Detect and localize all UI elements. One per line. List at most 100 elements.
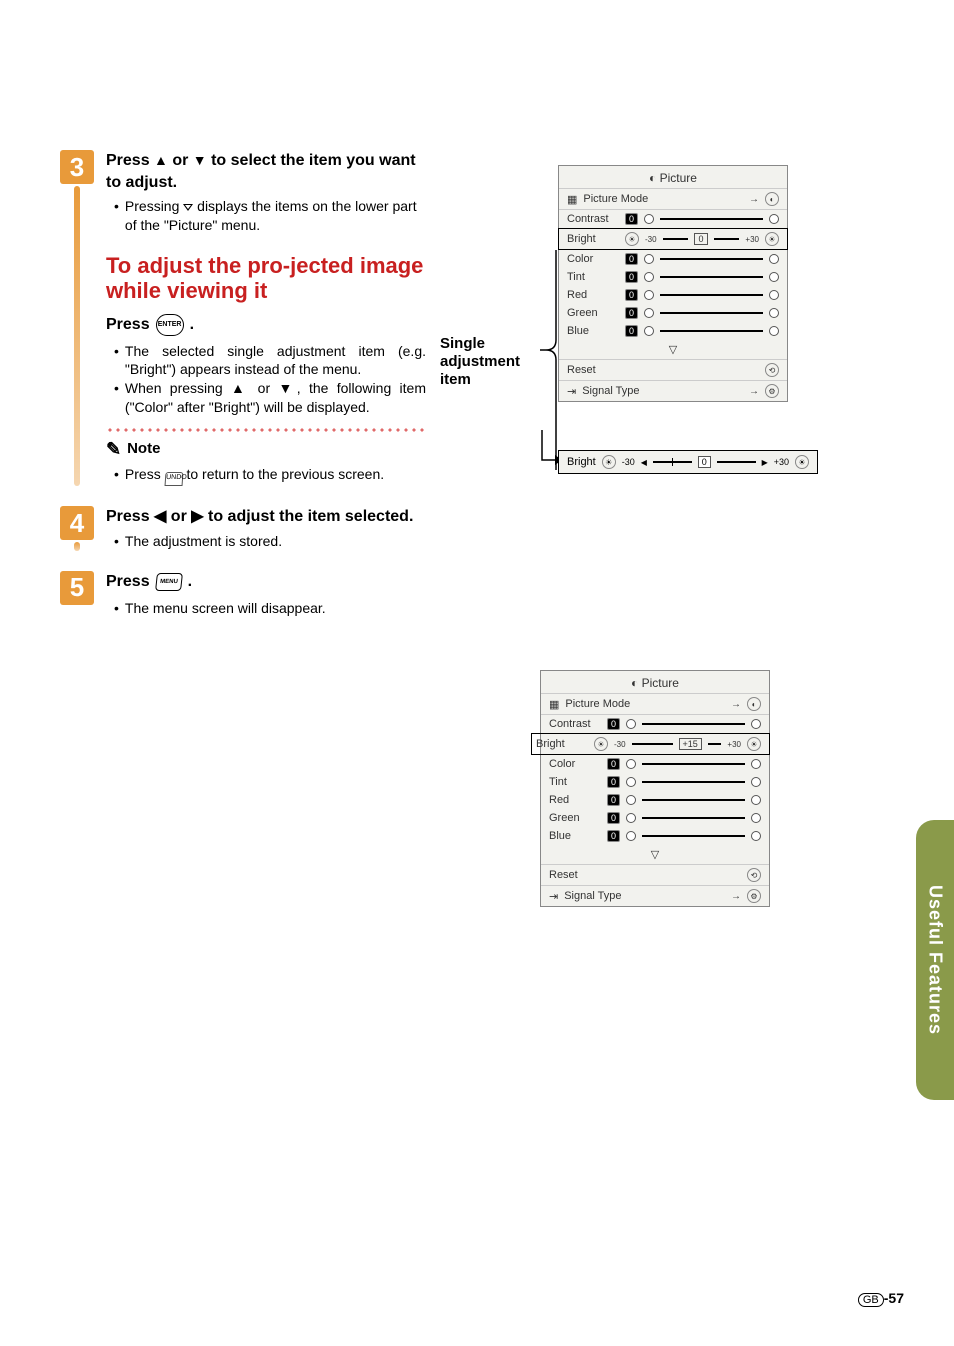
l: Color xyxy=(549,758,601,770)
step-4-body: Press ◀ or ▶ to adjust the item selected… xyxy=(106,506,426,550)
osd-menu-1: ◐ Picture ▦ Picture Mode →◐ Contrast0 Br… xyxy=(558,165,788,402)
knob-icon xyxy=(644,254,654,264)
osd2-tint: Tint0 xyxy=(541,773,769,791)
mode-icon: ◐ xyxy=(765,192,779,206)
reset-icon: ⟲ xyxy=(747,868,761,882)
osd2-bright-highlighted: Bright☀-30+15+30☀ xyxy=(531,733,770,755)
step-4: 4 Press ◀ or ▶ to adjust the item select… xyxy=(60,506,914,550)
manual-page: 3 Press ▲ or ▼ to select the item you wa… xyxy=(0,0,954,1346)
v: 0 xyxy=(625,271,638,283)
bd-track xyxy=(653,461,692,463)
sun-dim-icon: ☀ xyxy=(594,737,608,751)
right-triangle-icon: ▶ xyxy=(191,508,203,525)
bullet-dot: • xyxy=(114,197,119,235)
l: Picture Mode xyxy=(565,698,725,710)
osd1-tint: Tint0 xyxy=(559,268,787,286)
l: Bright xyxy=(567,233,619,245)
l: Green xyxy=(549,812,601,824)
bullet-dot: • xyxy=(114,342,119,380)
grid-icon: ▦ xyxy=(549,698,559,711)
knob-icon xyxy=(769,308,779,318)
slider xyxy=(714,238,740,240)
step-4-marker: 4 xyxy=(60,506,94,550)
osd1-reset: Reset⟲ xyxy=(559,359,787,380)
knob-icon xyxy=(769,272,779,282)
osd2-red: Red0 xyxy=(541,791,769,809)
l: Reset xyxy=(567,364,759,376)
sun-dim-icon: ☀ xyxy=(625,232,639,246)
sun-bright-icon: ☀ xyxy=(765,232,779,246)
note-icon: ✎ xyxy=(106,437,121,461)
minus: -30 xyxy=(645,235,657,244)
knob-icon xyxy=(751,759,761,769)
l: Contrast xyxy=(567,213,619,225)
bd-track2 xyxy=(717,461,756,463)
l: Tint xyxy=(549,776,601,788)
v: 0 xyxy=(607,794,620,806)
step-4-line xyxy=(74,542,80,550)
note-label: ✎ Note xyxy=(106,437,426,461)
v: 0 xyxy=(625,325,638,337)
signal-icon: ⇥ xyxy=(567,385,576,398)
l: Contrast xyxy=(549,718,601,730)
step-5-number: 5 xyxy=(60,571,94,605)
knob-icon xyxy=(769,326,779,336)
arrow-right-icon: → xyxy=(731,699,741,710)
l: Red xyxy=(567,289,619,301)
v: 0 xyxy=(625,213,638,225)
b1a: Pressing xyxy=(125,198,183,214)
bd-max: +30 xyxy=(774,457,789,467)
osd1-red: Red0 xyxy=(559,286,787,304)
sun-bright-icon: ☀ xyxy=(795,455,809,469)
slider xyxy=(660,276,763,278)
osd2-green: Green0 xyxy=(541,809,769,827)
osd2-signal: ⇥Signal Type→⚙ xyxy=(541,885,769,906)
slider xyxy=(642,781,745,783)
signal-icon: ⇥ xyxy=(549,890,558,903)
note-a: Press xyxy=(125,466,165,482)
step4-bullet: • The adjustment is stored. xyxy=(114,532,426,551)
ae-b2a: When pressing xyxy=(125,380,231,396)
step5-bullet: • The menu screen will disappear. xyxy=(114,599,426,618)
osd2-color: Color0 xyxy=(541,755,769,773)
step3-bullet1: • Pressing displays the items on the low… xyxy=(114,197,426,235)
slider xyxy=(642,799,745,801)
enter-button-icon: ENTER xyxy=(156,314,184,336)
note-text: Press UNDO to return to the previous scr… xyxy=(125,465,384,486)
osd1-title-text: Picture xyxy=(660,171,697,185)
arrow-right-icon: → xyxy=(749,194,759,205)
knob-icon xyxy=(751,831,761,841)
red-heading: To adjust the pro-jected image while vie… xyxy=(106,253,426,304)
step-3-line xyxy=(74,186,80,486)
osd1-pm-label: Picture Mode xyxy=(583,193,743,205)
step-4-title: Press ◀ or ▶ to adjust the item selected… xyxy=(106,506,426,528)
up-triangle-icon: ▲ xyxy=(231,380,249,396)
slider xyxy=(642,763,745,765)
figure-2: ◐ Picture ▦ Picture Mode →◐ Contrast0 Br… xyxy=(540,670,770,907)
ae-b2: When pressing ▲ or ▼, the following item… xyxy=(125,379,426,417)
osd1-bright-highlighted: Bright☀-300+30☀ xyxy=(558,228,788,250)
v: 0 xyxy=(607,718,620,730)
slider xyxy=(632,743,673,745)
after-enter-b1: • The selected single adjustment item (e… xyxy=(114,342,426,380)
slider xyxy=(642,835,745,837)
press-a: Press xyxy=(106,314,150,336)
up-triangle-icon: ▲ xyxy=(154,152,168,168)
osd2-blue: Blue0 xyxy=(541,827,769,845)
arrow-right-icon: → xyxy=(731,891,741,902)
press-b: . xyxy=(190,314,194,336)
sun-dim-icon: ☀ xyxy=(602,455,616,469)
s4-a: Press xyxy=(106,508,154,525)
s5-b: . xyxy=(188,571,192,593)
slider xyxy=(663,238,689,240)
bullet-dot: • xyxy=(114,532,119,551)
l: Signal Type xyxy=(564,890,725,902)
step-5-marker: 5 xyxy=(60,571,94,617)
slider xyxy=(660,330,763,332)
knob-icon xyxy=(751,777,761,787)
osd2-reset: Reset⟲ xyxy=(541,864,769,885)
note-divider xyxy=(106,427,426,433)
osd1-contrast: Contrast 0 xyxy=(559,209,787,228)
menu-button-icon: MENU xyxy=(155,573,183,591)
osd-menu-2: ◐ Picture ▦ Picture Mode →◐ Contrast0 Br… xyxy=(540,670,770,907)
